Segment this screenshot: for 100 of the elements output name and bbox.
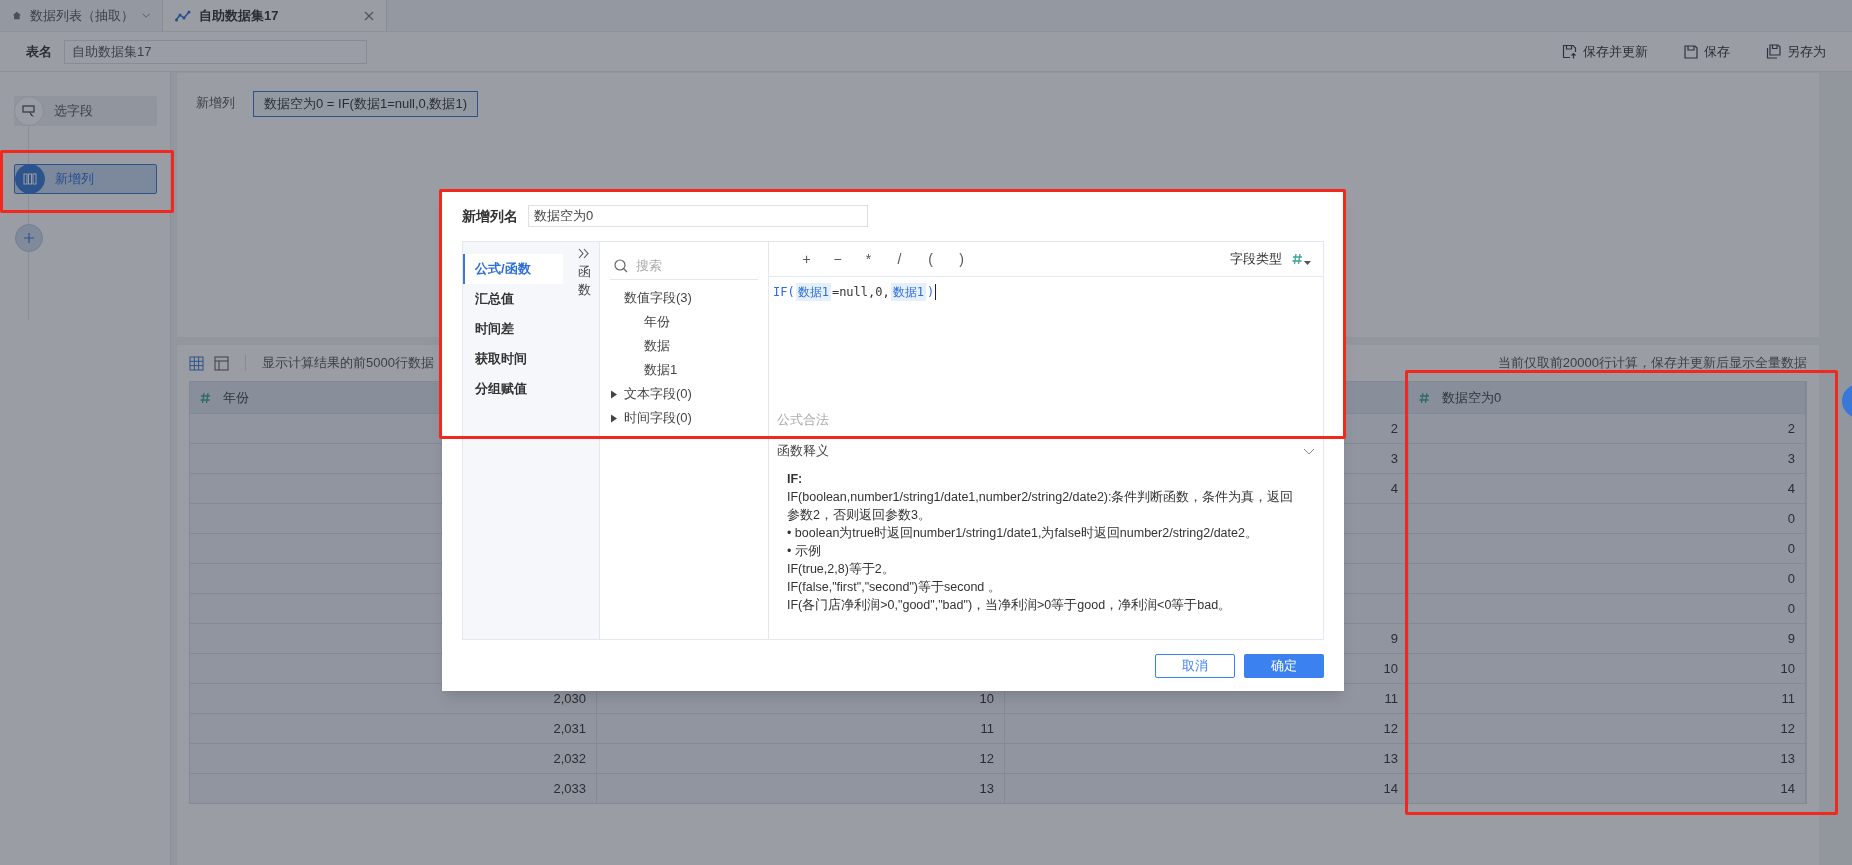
- columns-icon: [15, 164, 45, 194]
- help-text: • 示例: [787, 543, 822, 560]
- operator-button[interactable]: *: [853, 248, 884, 270]
- double-chevron-icon[interactable]: [578, 248, 590, 259]
- field-type-label: 字段类型: [1230, 250, 1282, 269]
- table-cell-text: 9: [1390, 629, 1398, 648]
- chevron-down-icon[interactable]: [141, 12, 150, 19]
- toolbar-action-button[interactable]: 保存: [1684, 41, 1730, 62]
- formula-editor[interactable]: IF( 数据1 =null,0, 数据1 ) 公式合法: [769, 277, 1323, 432]
- table-cell-text: 2: [1787, 419, 1795, 438]
- field-token: 数据1: [795, 283, 831, 301]
- table-cell-text: 3: [1390, 449, 1398, 468]
- table-cell-text: 11: [1384, 689, 1398, 708]
- field-token: 数据1: [890, 283, 926, 301]
- hash-icon: [1419, 391, 1430, 404]
- help-text: IF(各门店净利润>0,"good","bad")，当净利润>0等于good，净利润<0等于bad。: [787, 597, 1233, 614]
- column-header: 数据空为0: [1442, 388, 1502, 407]
- table-cell-text: 10: [1780, 659, 1795, 678]
- formula-text: IF(: [773, 284, 795, 301]
- table-cell-text: 12: [979, 749, 994, 768]
- category-item[interactable]: 获取时间: [463, 344, 569, 374]
- hash-icon: [1292, 253, 1303, 265]
- field-group[interactable]: 文本字段(0): [610, 382, 758, 406]
- toolbar-action-button[interactable]: 保存并更新: [1562, 41, 1648, 62]
- line-chart-icon: [175, 9, 191, 22]
- help-text: • boolean为true时返回number1/string1/date1,为false时返回number2/string2/date2。: [787, 525, 1259, 542]
- operator-button[interactable]: (: [915, 248, 946, 270]
- category-item[interactable]: 汇总值: [463, 284, 569, 314]
- functions-tab-label[interactable]: 函数: [577, 263, 591, 300]
- table-cell-text: 0: [1787, 599, 1795, 618]
- hash-icon: [200, 391, 211, 404]
- formula-label: 新增列: [196, 94, 235, 112]
- formula-status: 公式合法: [777, 412, 829, 430]
- field-group[interactable]: 数值字段(3): [610, 286, 758, 310]
- column-header: 年份: [223, 388, 249, 407]
- table-cell-text: 14: [1780, 779, 1795, 798]
- help-text: IF(boolean,number1/string1/date1,number2/string2/date2):条件判断函数，条件为真，返回参数2，否则返回参数3。: [787, 489, 1295, 524]
- formula-chip[interactable]: 数据空为0 = IF(数据1=null,0,数据1): [253, 91, 478, 117]
- panel-view-icon[interactable]: [214, 355, 229, 371]
- help-text: IF(false,"first","second")等于second 。: [787, 579, 1002, 596]
- table-name-field[interactable]: 自助数据集17: [64, 39, 367, 64]
- expand-arrow-icon[interactable]: [610, 413, 618, 423]
- add-step-button[interactable]: [15, 224, 43, 252]
- operator-button[interactable]: +: [791, 248, 822, 270]
- cancel-button[interactable]: 取消: [1155, 653, 1235, 678]
- table-cell-text: 11: [1781, 689, 1795, 708]
- close-icon[interactable]: [364, 10, 374, 21]
- field-group[interactable]: 时间字段(0): [610, 406, 758, 430]
- table-cell-text: 10: [979, 689, 994, 708]
- caret-icon: [1304, 261, 1311, 265]
- column-name-field[interactable]: 数据空为0: [528, 205, 868, 227]
- confirm-button[interactable]: 确定: [1244, 653, 1324, 678]
- formula-text: =null,0,: [831, 284, 890, 301]
- save-upload-icon: [1562, 44, 1577, 59]
- tab[interactable]: 自助数据集17: [163, 0, 387, 31]
- formula-text: ): [926, 284, 935, 301]
- field-item[interactable]: 数据1: [610, 358, 758, 382]
- table-name-label: 表名: [26, 42, 52, 61]
- table-cell-text: 12: [1780, 719, 1795, 738]
- table-cell-text: 14: [1383, 779, 1398, 798]
- plus-icon: [24, 233, 34, 243]
- operator-button[interactable]: ): [946, 248, 977, 270]
- field-type-dropdown[interactable]: [1292, 253, 1311, 265]
- table-cell-text: 0: [1787, 539, 1795, 558]
- field-item[interactable]: 年份: [610, 310, 758, 334]
- table-cell-text: 13: [1780, 749, 1795, 768]
- table-cell-text: 2,033: [553, 779, 586, 798]
- toolbar-action-button[interactable]: 另存为: [1766, 41, 1826, 62]
- table-cell-text: 0: [1787, 509, 1795, 528]
- table-cell-text: 3: [1787, 449, 1795, 468]
- table-cell-text: 2,032: [553, 749, 586, 768]
- table-cell-text: 13: [979, 779, 994, 798]
- save-icon: [1684, 44, 1698, 59]
- chevron-icon[interactable]: [1303, 448, 1315, 455]
- category-item[interactable]: 时间差: [463, 314, 569, 344]
- table-cell-text: 2: [1390, 419, 1398, 438]
- category-item[interactable]: 分组赋值: [463, 374, 569, 404]
- table-cell-text: 0: [1787, 569, 1795, 588]
- grid-view-icon[interactable]: [189, 355, 204, 371]
- category-item[interactable]: 公式/函数: [463, 254, 563, 284]
- operator-button[interactable]: −: [822, 248, 853, 270]
- table-info-text: 显示计算结果的前5000行数据: [262, 354, 434, 373]
- table-cell-text: 4: [1787, 479, 1795, 498]
- table-cell-text: 2,031: [553, 719, 586, 738]
- help-title: 函数释义: [777, 443, 829, 461]
- table-cell-text: 2,030: [553, 689, 586, 708]
- help-text: IF(true,2,8)等于2。: [787, 561, 896, 578]
- step-item[interactable]: 选字段: [14, 96, 157, 126]
- table-cell-text: 9: [1787, 629, 1795, 648]
- column-name-label: 新增列名: [462, 206, 518, 226]
- table-cell-text: 4: [1390, 479, 1398, 498]
- help-text: IF:: [787, 471, 804, 488]
- copy-save-icon: [1766, 44, 1781, 59]
- table-cell-text: 10: [1383, 659, 1398, 678]
- field-item[interactable]: 数据: [610, 334, 758, 358]
- table-note-text: 当前仅取前20000行计算，保存并更新后显示全量数据: [1497, 354, 1807, 373]
- expand-arrow-icon[interactable]: [610, 389, 618, 399]
- table-cell-text: 11: [980, 719, 994, 738]
- operator-button[interactable]: /: [884, 248, 915, 270]
- table-cell-text: 12: [1383, 719, 1398, 738]
